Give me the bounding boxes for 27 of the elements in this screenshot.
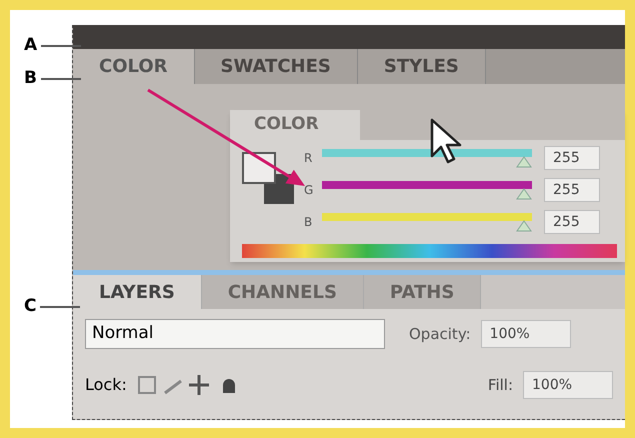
callout-label: A xyxy=(24,37,38,54)
panel-tab[interactable]: SWATCHES xyxy=(194,49,358,84)
opacity-field[interactable]: 100% xyxy=(480,320,571,348)
callout-label: B xyxy=(24,70,37,87)
channel-label: R xyxy=(304,150,314,167)
callout-label: C xyxy=(24,298,36,315)
channel-label: B xyxy=(304,214,314,231)
fill-label: Fill: xyxy=(488,374,513,396)
lock-label: Lock: xyxy=(85,374,127,396)
channel-value-field[interactable]: 255 xyxy=(544,146,600,170)
panel-tab[interactable]: STYLES xyxy=(358,49,486,84)
channel-value-field[interactable]: 255 xyxy=(544,178,600,202)
blend-mode-dropdown[interactable]: Normal xyxy=(85,319,385,349)
floating-panel-tab[interactable]: COLOR xyxy=(230,110,360,140)
panel-tab[interactable]: LAYERS xyxy=(73,275,202,309)
panel-tab[interactable]: COLOR xyxy=(73,49,195,84)
channel-value-field[interactable]: 255 xyxy=(544,210,600,234)
leader-line xyxy=(40,306,80,308)
opacity-label: Opacity: xyxy=(409,324,471,345)
color-slider[interactable] xyxy=(322,147,532,169)
channel-label: G xyxy=(304,182,314,199)
fill-field[interactable]: 100% xyxy=(523,371,613,399)
color-slider[interactable] xyxy=(322,179,532,201)
color-swatch-drawing xyxy=(242,152,294,204)
leader-line xyxy=(41,44,82,46)
color-slider[interactable] xyxy=(322,211,532,233)
leader-line xyxy=(40,78,81,80)
